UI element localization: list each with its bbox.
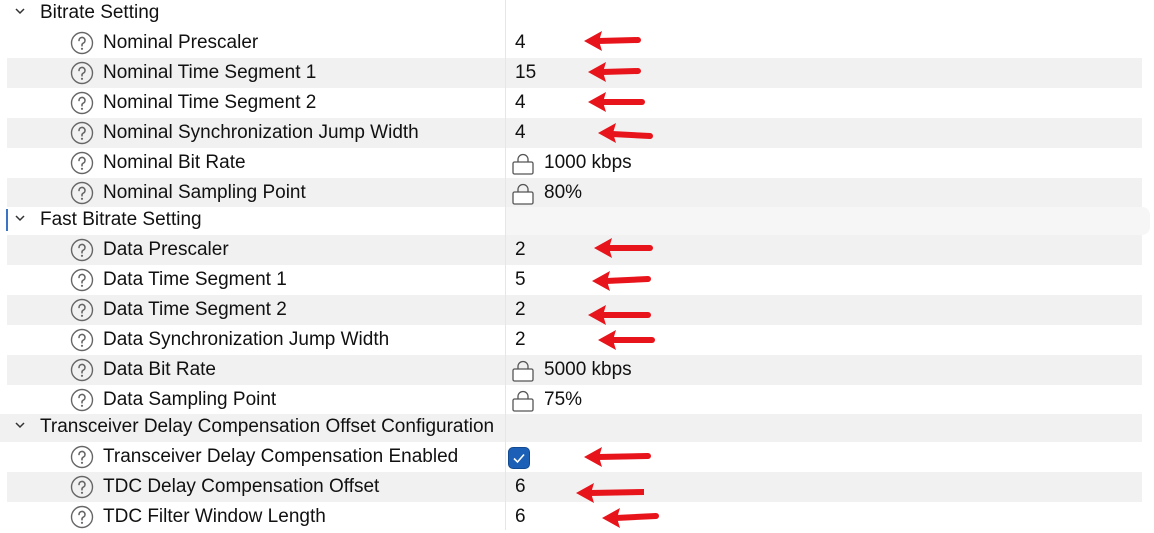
param-label: Nominal Time Segment 2 bbox=[103, 92, 317, 113]
param-row-nominal-time-segment-1[interactable]: Nominal Time Segment 1 15 bbox=[0, 58, 1142, 88]
param-label: Nominal Sampling Point bbox=[103, 182, 306, 203]
help-circle-icon[interactable] bbox=[70, 238, 94, 262]
tdc-enabled-checkbox[interactable] bbox=[508, 447, 530, 469]
param-row-nominal-sjw[interactable]: Nominal Synchronization Jump Width 4 bbox=[0, 118, 1142, 148]
param-value[interactable]: 2 bbox=[515, 298, 526, 322]
param-value-readonly: 1000 kbps bbox=[544, 152, 632, 173]
red-arrow-annotation bbox=[584, 31, 641, 51]
param-row-nominal-bit-rate[interactable]: Nominal Bit Rate 1000 kbps bbox=[0, 148, 1142, 178]
red-arrow-annotation bbox=[598, 330, 655, 350]
param-value[interactable]: 2 bbox=[515, 328, 526, 352]
param-label: Data Prescaler bbox=[103, 239, 229, 260]
param-value[interactable]: 4 bbox=[515, 121, 526, 145]
help-circle-icon[interactable] bbox=[70, 505, 94, 529]
group-label: Fast Bitrate Setting bbox=[40, 209, 202, 230]
column-divider bbox=[505, 0, 506, 530]
help-circle-icon[interactable] bbox=[70, 298, 94, 322]
red-arrow-annotation bbox=[584, 447, 651, 467]
param-label: Data Sampling Point bbox=[103, 389, 277, 410]
param-row-data-sampling-point[interactable]: Data Sampling Point 75% bbox=[0, 385, 1142, 415]
param-row-tdc-enabled[interactable]: Transceiver Delay Compensation Enabled bbox=[0, 442, 1142, 472]
param-value-readonly: 80% bbox=[544, 182, 583, 203]
help-circle-icon[interactable] bbox=[70, 121, 94, 145]
param-label: Data Time Segment 1 bbox=[103, 269, 287, 290]
param-row-nominal-prescaler[interactable]: Nominal Prescaler 4 bbox=[0, 28, 1142, 58]
param-row-nominal-sampling-point[interactable]: Nominal Sampling Point 80% bbox=[0, 178, 1142, 208]
help-circle-icon[interactable] bbox=[70, 358, 94, 382]
help-circle-icon[interactable] bbox=[70, 268, 94, 292]
param-label: Nominal Prescaler bbox=[103, 32, 259, 53]
param-value[interactable]: 2 bbox=[515, 238, 526, 262]
param-value[interactable]: 15 bbox=[515, 61, 536, 85]
chevron-down-icon[interactable] bbox=[13, 211, 27, 225]
property-grid: Bitrate Setting Nominal Prescaler 4 Nomi… bbox=[0, 0, 1154, 532]
param-label: Nominal Synchronization Jump Width bbox=[103, 122, 419, 143]
red-arrow-annotation bbox=[588, 62, 641, 82]
help-circle-icon[interactable] bbox=[70, 151, 94, 175]
lock-icon bbox=[512, 360, 534, 382]
help-circle-icon[interactable] bbox=[70, 31, 94, 55]
param-value-readonly: 75% bbox=[544, 389, 583, 410]
red-arrow-annotation bbox=[594, 238, 653, 258]
param-label: Nominal Bit Rate bbox=[103, 152, 246, 173]
group-label: Transceiver Delay Compensation Offset Co… bbox=[40, 416, 495, 437]
lock-icon bbox=[512, 153, 534, 175]
red-arrow-annotation bbox=[588, 92, 645, 112]
red-arrow-annotation bbox=[592, 271, 651, 291]
param-label: Data Bit Rate bbox=[103, 359, 216, 380]
param-label: Nominal Time Segment 1 bbox=[103, 62, 317, 83]
param-value[interactable]: 5 bbox=[515, 268, 526, 292]
param-row-data-prescaler[interactable]: Data Prescaler 2 bbox=[0, 235, 1142, 265]
param-value[interactable]: 6 bbox=[515, 505, 526, 529]
param-row-nominal-time-segment-2[interactable]: Nominal Time Segment 2 4 bbox=[0, 88, 1142, 118]
help-circle-icon[interactable] bbox=[70, 475, 94, 499]
param-label: TDC Filter Window Length bbox=[103, 506, 326, 527]
help-circle-icon[interactable] bbox=[70, 445, 94, 469]
group-row-bitrate-setting[interactable]: Bitrate Setting bbox=[0, 0, 1142, 28]
lock-icon bbox=[512, 390, 534, 412]
chevron-down-icon[interactable] bbox=[13, 4, 27, 18]
red-arrow-annotation bbox=[602, 508, 659, 528]
group-label: Bitrate Setting bbox=[40, 2, 160, 23]
chevron-down-icon[interactable] bbox=[13, 418, 27, 432]
help-circle-icon[interactable] bbox=[70, 91, 94, 115]
help-circle-icon[interactable] bbox=[70, 181, 94, 205]
param-value[interactable]: 6 bbox=[515, 475, 526, 499]
lock-icon bbox=[512, 183, 534, 205]
param-value-readonly: 5000 kbps bbox=[544, 359, 632, 380]
group-row-fast-bitrate-setting[interactable]: Fast Bitrate Setting bbox=[0, 207, 1150, 235]
param-label: Data Time Segment 2 bbox=[103, 299, 287, 320]
param-value[interactable]: 4 bbox=[515, 91, 526, 115]
help-circle-icon[interactable] bbox=[70, 388, 94, 412]
red-arrow-annotation bbox=[598, 123, 653, 143]
param-row-data-bit-rate[interactable]: Data Bit Rate 5000 kbps bbox=[0, 355, 1142, 385]
help-circle-icon[interactable] bbox=[70, 328, 94, 352]
focus-indicator bbox=[6, 209, 8, 231]
param-value[interactable]: 4 bbox=[515, 31, 526, 55]
param-label: Transceiver Delay Compensation Enabled bbox=[103, 446, 459, 467]
param-label: Data Synchronization Jump Width bbox=[103, 329, 390, 350]
param-row-data-sjw[interactable]: Data Synchronization Jump Width 2 bbox=[0, 325, 1142, 355]
help-circle-icon[interactable] bbox=[70, 61, 94, 85]
checkmark-icon bbox=[513, 453, 525, 464]
param-label: TDC Delay Compensation Offset bbox=[103, 476, 380, 497]
param-row-tdc-filter-window[interactable]: TDC Filter Window Length 6 bbox=[0, 502, 1142, 532]
param-row-tdc-offset[interactable]: TDC Delay Compensation Offset 6 bbox=[0, 472, 1142, 502]
param-row-data-time-segment-1[interactable]: Data Time Segment 1 5 bbox=[0, 265, 1142, 295]
group-row-tdc-configuration[interactable]: Transceiver Delay Compensation Offset Co… bbox=[0, 414, 1142, 442]
param-row-data-time-segment-2[interactable]: Data Time Segment 2 2 bbox=[0, 295, 1142, 325]
